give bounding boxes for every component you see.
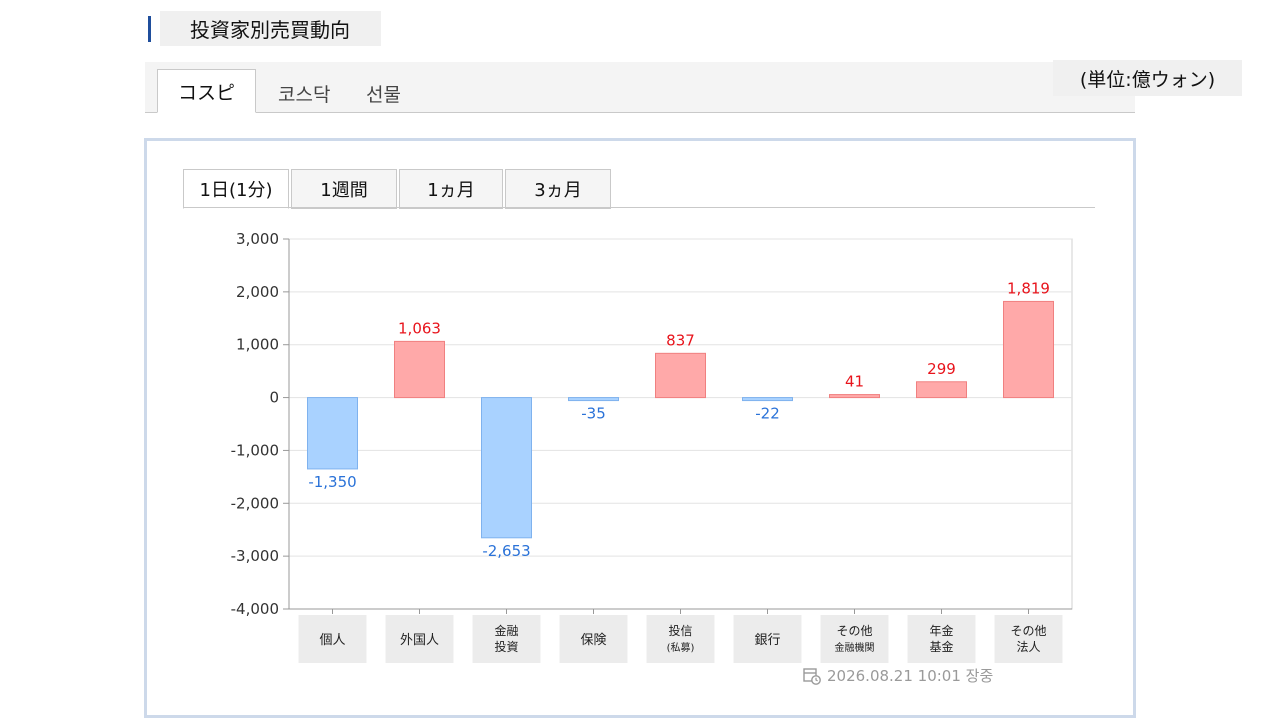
y-tick-label: 0 bbox=[269, 389, 279, 407]
category-box bbox=[994, 615, 1063, 663]
category-box bbox=[820, 615, 889, 663]
x-tick-label: 保険 bbox=[580, 633, 606, 648]
x-tick-label: 金融機関 bbox=[835, 641, 875, 654]
y-tick-label: 2,000 bbox=[236, 283, 279, 301]
data-label: -22 bbox=[755, 405, 780, 423]
data-label: 837 bbox=[666, 331, 695, 349]
data-label: 1,819 bbox=[1007, 279, 1050, 297]
timestamp: 2026.08.21 10:01 장중 bbox=[803, 665, 993, 686]
bar bbox=[1003, 300, 1054, 399]
x-tick-label: 金融 bbox=[494, 623, 518, 638]
category-box bbox=[907, 615, 976, 663]
x-tick-label: 個人 bbox=[319, 633, 345, 648]
x-tick-label: 基金 bbox=[929, 639, 953, 654]
x-tick-label: 銀行 bbox=[754, 633, 780, 648]
x-tick-label: (私募) bbox=[667, 641, 695, 654]
data-label: -1,350 bbox=[308, 473, 356, 491]
data-label: -35 bbox=[581, 405, 606, 423]
y-tick-label: -3,000 bbox=[231, 547, 279, 565]
bar bbox=[742, 397, 793, 402]
data-label: 299 bbox=[927, 360, 956, 378]
bar bbox=[481, 397, 532, 539]
bar bbox=[307, 397, 358, 470]
timestamp-text: 2026.08.21 10:01 장중 bbox=[827, 667, 994, 685]
category-box bbox=[472, 615, 541, 663]
investor-bar-chart: 3,000 2,000 1,000 0 -1,000 -2,000 -3,000 -4,000… bbox=[231, 230, 1073, 663]
bar bbox=[829, 394, 880, 399]
y-tick-label: -2,000 bbox=[231, 494, 279, 512]
x-tick-label: その他 bbox=[1010, 624, 1046, 638]
x-tick-label: 年金 bbox=[929, 623, 953, 638]
x-tick-label: 外国人 bbox=[400, 633, 439, 648]
x-tick-label: 投信 bbox=[668, 623, 692, 638]
bar bbox=[568, 397, 619, 402]
data-label: 41 bbox=[845, 373, 864, 391]
y-tick-label: 3,000 bbox=[236, 230, 279, 248]
x-tick-label: 投資 bbox=[494, 639, 518, 654]
bar bbox=[655, 352, 706, 399]
x-tick-label: その他 bbox=[836, 624, 872, 638]
calendar-clock-icon bbox=[803, 667, 821, 685]
x-tick-label: 法人 bbox=[1016, 640, 1040, 654]
y-tick-label: -1,000 bbox=[231, 441, 279, 459]
plot-area bbox=[288, 238, 1073, 610]
y-tick-label: -4,000 bbox=[231, 600, 279, 618]
bar bbox=[916, 381, 967, 399]
data-label: 1,063 bbox=[398, 319, 441, 337]
category-box bbox=[646, 615, 715, 663]
bar bbox=[394, 340, 445, 399]
y-tick-label: 1,000 bbox=[236, 336, 279, 354]
data-label: -2,653 bbox=[482, 542, 530, 560]
